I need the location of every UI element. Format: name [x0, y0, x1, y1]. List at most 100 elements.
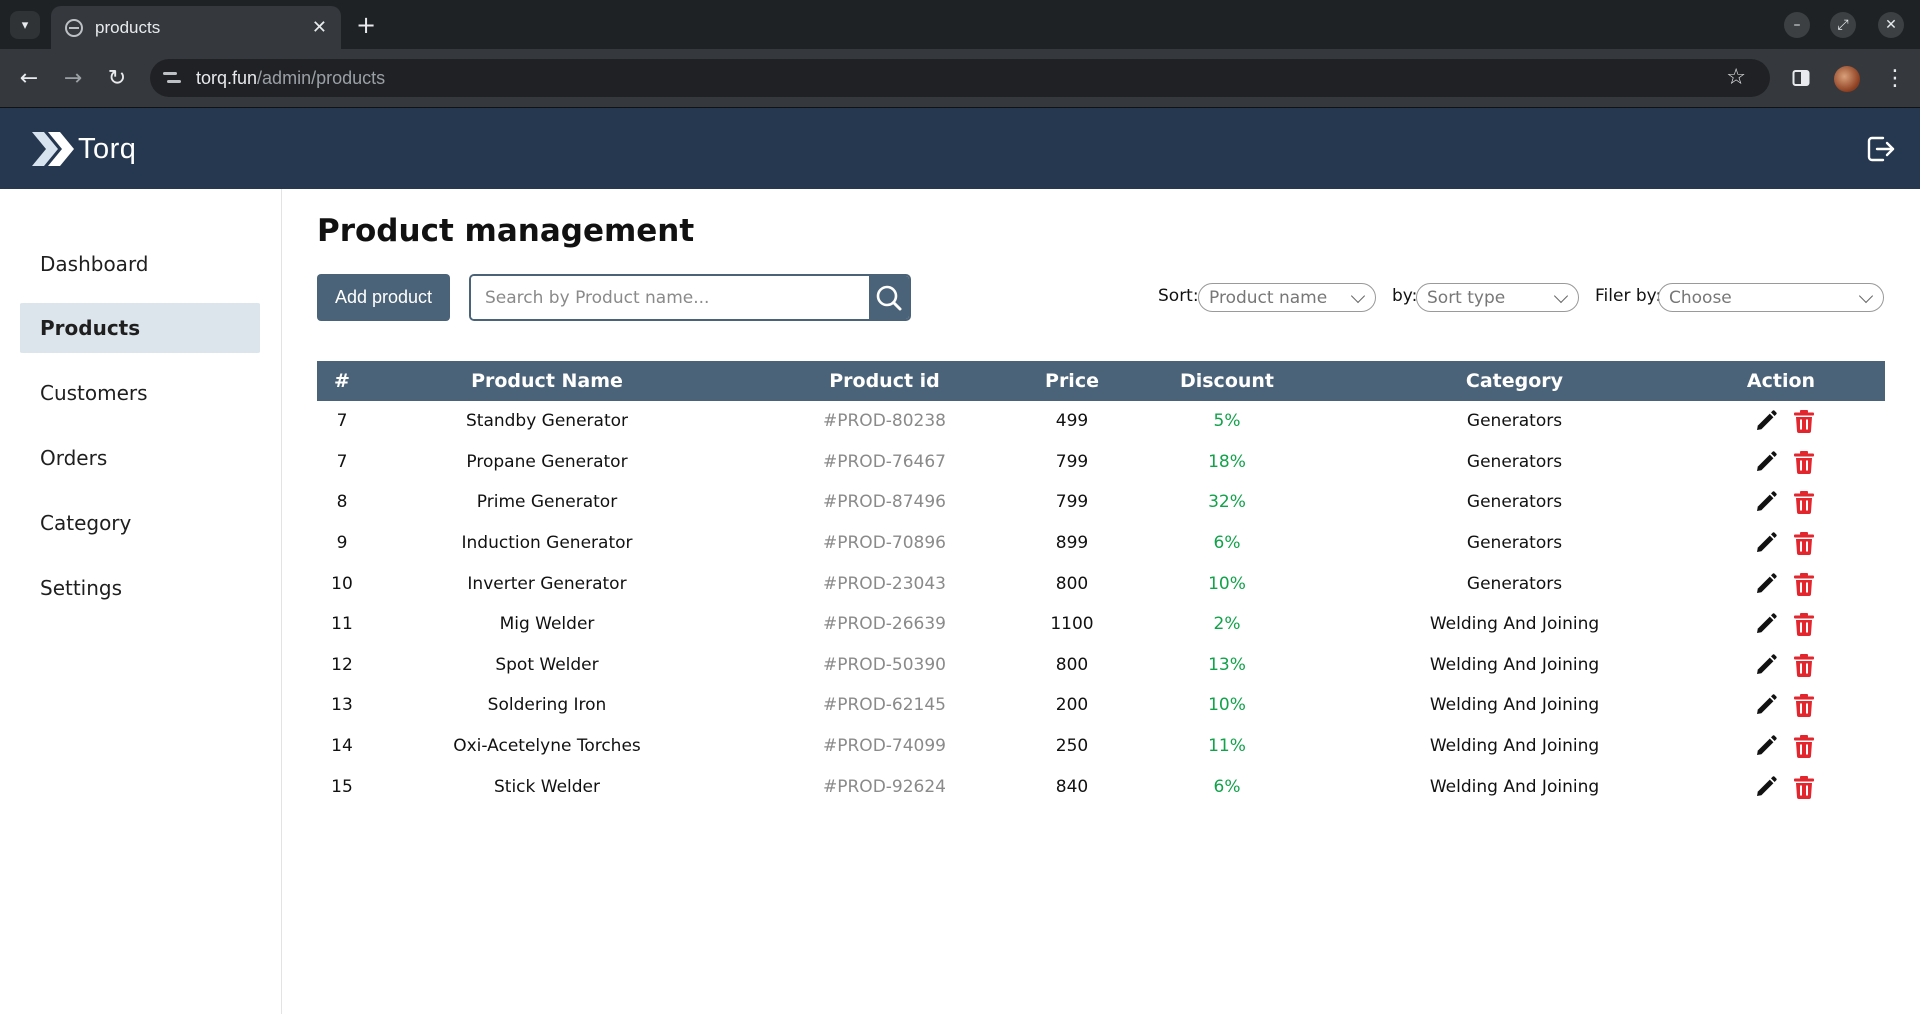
pencil-icon[interactable] [1753, 449, 1779, 475]
close-tab-icon[interactable]: ✕ [312, 17, 327, 38]
header-price: Price [1045, 370, 1099, 392]
sort-type-value: Sort type [1427, 287, 1506, 308]
trash-icon[interactable] [1791, 489, 1817, 515]
table-row: 13 Soldering Iron #PROD-62145 200 10% We… [317, 685, 1885, 726]
product-discount: 10% [1208, 573, 1246, 594]
row-actions [1677, 408, 1885, 434]
product-id: #PROD-23043 [823, 573, 946, 594]
browser-tab[interactable]: products ✕ [51, 6, 341, 49]
pencil-icon[interactable] [1753, 530, 1779, 556]
product-id: #PROD-92624 [823, 776, 946, 797]
pencil-icon[interactable] [1753, 489, 1779, 515]
trash-icon[interactable] [1791, 774, 1817, 800]
product-price: 800 [1055, 573, 1089, 594]
table-row: 10 Inverter Generator #PROD-23043 800 10… [317, 563, 1885, 604]
trash-icon[interactable] [1791, 449, 1817, 475]
header-category: Category [1465, 370, 1564, 392]
header-product-id: Product id [829, 370, 940, 392]
logo-chevrons-icon [32, 132, 74, 166]
sidebar-item-products[interactable]: Products [20, 303, 260, 353]
browser-tabstrip: ▾ products ✕ + – ⤢ ✕ [0, 0, 1920, 49]
minimize-button[interactable]: – [1784, 12, 1810, 38]
product-id: #PROD-80238 [823, 411, 946, 432]
sidebar-item-settings[interactable]: Settings [20, 563, 260, 613]
restore-button[interactable]: ⤢ [1830, 12, 1856, 38]
search-button[interactable] [869, 276, 909, 319]
sort-type-select[interactable]: Sort type [1416, 283, 1579, 312]
product-price: 1100 [1050, 614, 1094, 635]
sidebar-item-orders[interactable]: Orders [20, 433, 260, 483]
search-bar [469, 274, 911, 321]
filter-select[interactable]: Choose [1658, 283, 1884, 312]
new-tab-button[interactable]: + [352, 11, 380, 39]
pencil-icon[interactable] [1753, 733, 1779, 759]
product-price: 499 [1055, 411, 1089, 432]
table-row: 8 Prime Generator #PROD-87496 799 32% Ge… [317, 482, 1885, 523]
tab-title: products [95, 17, 161, 37]
product-discount: 32% [1208, 492, 1246, 513]
product-discount: 13% [1208, 654, 1246, 675]
row-actions [1677, 489, 1885, 515]
search-input[interactable] [471, 276, 869, 319]
sidebar-item-customers[interactable]: Customers [20, 368, 260, 418]
site-info-icon[interactable] [162, 69, 184, 87]
trash-icon[interactable] [1791, 530, 1817, 556]
product-category: Generators [1466, 411, 1563, 432]
reload-button[interactable]: ↻ [102, 63, 132, 93]
trash-icon[interactable] [1791, 611, 1817, 637]
product-discount: 18% [1208, 451, 1246, 472]
product-name: Soldering Iron [487, 695, 607, 716]
product-discount: 11% [1208, 736, 1246, 757]
tab-search-button[interactable]: ▾ [10, 11, 40, 39]
bookmark-star-icon[interactable]: ☆ [1726, 65, 1746, 90]
product-discount: 2% [1213, 614, 1241, 635]
close-window-button[interactable]: ✕ [1878, 12, 1904, 38]
row-number: 13 [331, 695, 353, 716]
sidebar-item-dashboard[interactable]: Dashboard [20, 239, 260, 289]
product-id: #PROD-62145 [823, 695, 946, 716]
trash-icon[interactable] [1791, 652, 1817, 678]
back-button[interactable]: ← [14, 63, 44, 93]
product-category: Welding And Joining [1429, 695, 1600, 716]
sidebar-item-category[interactable]: Category [20, 498, 260, 548]
pencil-icon[interactable] [1753, 571, 1779, 597]
torq-logo[interactable]: Torq [30, 130, 136, 168]
product-price: 799 [1055, 492, 1089, 513]
row-number: 7 [336, 411, 348, 432]
row-actions [1677, 530, 1885, 556]
pencil-icon[interactable] [1753, 611, 1779, 637]
profile-avatar[interactable] [1834, 66, 1860, 92]
sort-label: Sort: [1158, 286, 1199, 306]
browser-menu-icon[interactable]: ⋮ [1880, 63, 1910, 93]
filter-label: Filer by: [1595, 286, 1662, 306]
trash-icon[interactable] [1791, 408, 1817, 434]
pencil-icon[interactable] [1753, 692, 1779, 718]
header-number: # [334, 370, 350, 392]
product-category: Welding And Joining [1429, 776, 1600, 797]
side-panel-icon[interactable] [1786, 63, 1816, 93]
trash-icon[interactable] [1791, 571, 1817, 597]
table-body: 7 Standby Generator #PROD-80238 499 5% G… [317, 401, 1885, 807]
row-actions [1677, 449, 1885, 475]
trash-icon[interactable] [1791, 733, 1817, 759]
product-id: #PROD-87496 [823, 492, 946, 513]
table-header: # Product Name Product id Price Discount… [317, 361, 1885, 401]
sort-field-select[interactable]: Product name [1198, 283, 1376, 312]
pencil-icon[interactable] [1753, 408, 1779, 434]
product-category: Welding And Joining [1429, 736, 1600, 757]
row-number: 14 [331, 736, 353, 757]
trash-icon[interactable] [1791, 692, 1817, 718]
pencil-icon[interactable] [1753, 774, 1779, 800]
product-name: Spot Welder [495, 654, 599, 675]
sidebar: Dashboard Products Customers Orders Cate… [0, 189, 282, 1014]
product-category: Generators [1466, 451, 1563, 472]
logout-icon[interactable] [1866, 134, 1896, 164]
product-discount: 6% [1213, 533, 1241, 554]
table-row: 15 Stick Welder #PROD-92624 840 6% Weldi… [317, 766, 1885, 807]
address-bar[interactable]: torq.fun/admin/products ☆ [150, 59, 1770, 97]
add-product-button[interactable]: Add product [317, 274, 450, 321]
row-actions [1677, 652, 1885, 678]
forward-button[interactable]: → [58, 63, 88, 93]
product-price: 799 [1055, 451, 1089, 472]
pencil-icon[interactable] [1753, 652, 1779, 678]
